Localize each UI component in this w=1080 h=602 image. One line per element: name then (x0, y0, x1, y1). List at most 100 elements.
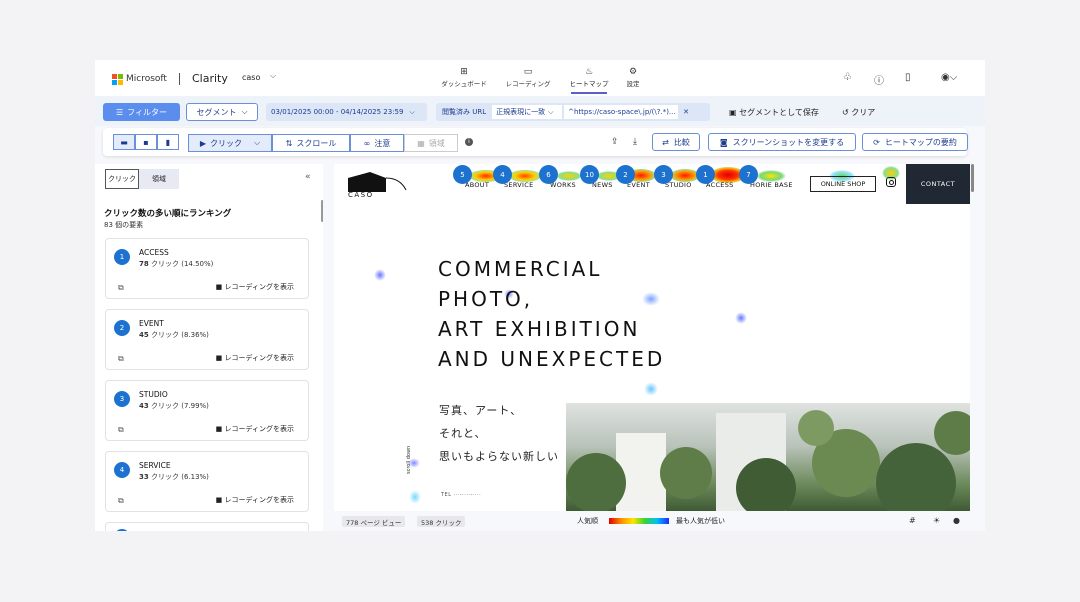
download-icon[interactable]: ⤓ (633, 137, 637, 147)
tab-click-ranking[interactable]: クリック (105, 169, 139, 189)
mode-click[interactable]: ▶ クリック ⌵ (188, 134, 272, 152)
tel-blurred: TEL ···-····-···· (441, 492, 482, 498)
click-rank-marker[interactable]: 10 (580, 165, 599, 184)
instagram-icon[interactable] (886, 177, 896, 187)
chevron-down-icon: ⌵ (548, 107, 554, 116)
mode-area[interactable]: ▦ 領域 (404, 134, 458, 152)
camera-icon: ◙ (719, 137, 728, 147)
contact-button[interactable]: CONTACT (906, 164, 970, 204)
mode-scroll[interactable]: ⇅ スクロール (272, 134, 350, 152)
segment-button[interactable]: セグメント ⌵ (186, 103, 258, 121)
close-icon[interactable]: ✕ (678, 108, 694, 116)
hero-japanese-copy: 写真、アート、 それと、 思いもよらない新しい (439, 399, 559, 468)
mode-label: スクロール (296, 138, 337, 148)
hashtag-settings-icon[interactable]: # (909, 516, 916, 525)
copy-icon[interactable]: ⧉ (118, 283, 124, 293)
preview-scrollbar[interactable] (971, 164, 974, 192)
click-rank-marker[interactable]: 4 (493, 165, 512, 184)
sidebar-scrollbar[interactable] (321, 200, 323, 222)
project-selector[interactable]: caso (242, 73, 260, 82)
click-rank-marker[interactable]: 1 (696, 165, 715, 184)
view-recordings-button[interactable]: ■ レコーディングを表示 (216, 495, 294, 505)
site-nav-horie-base[interactable]: HORIE BASE (750, 181, 793, 189)
site-nav-service[interactable]: SERVICE (504, 181, 534, 189)
tab-dashboard[interactable]: ⊞ ダッシュボード (434, 66, 494, 88)
heatmap-preview[interactable]: CASO ABOUT SERVICE WORKS NEWS EVENT STUD… (334, 164, 970, 511)
document-icon[interactable]: ▯ (905, 72, 911, 83)
url-filter-chip[interactable]: 閲覧済み URL 正規表現に一致 ⌵ ^https://caso-space\.… (436, 103, 710, 121)
site-nav-news[interactable]: NEWS (592, 181, 613, 189)
chevron-down-icon[interactable]: ⌵ (270, 71, 276, 81)
compare-button[interactable]: ⇄ 比較 (652, 133, 700, 151)
collapse-sidebar-icon[interactable]: « (305, 172, 311, 182)
heatmap-summary-label: ヒートマップの要約 (884, 137, 957, 147)
scroll-down-indicator[interactable]: scroll down (406, 446, 412, 474)
tab-label: 設定 (626, 80, 640, 88)
change-screenshot-button[interactable]: ◙ スクリーンショットを変更する (708, 133, 856, 151)
online-shop-button[interactable]: ONLINE SHOP (810, 176, 876, 192)
ranking-card[interactable] (105, 522, 309, 531)
undo-icon: ↺ (842, 108, 849, 117)
mode-attention[interactable]: ∞ 注意 (350, 134, 404, 152)
click-count-value: 33 (139, 473, 149, 481)
view-recordings-button[interactable]: ■ レコーディングを表示 (216, 424, 294, 434)
brand-microsoft: Microsoft (126, 73, 167, 84)
mobile-device-button[interactable]: ▮ (157, 134, 179, 150)
ranking-card[interactable]: 1 ACCESS 78 クリック (14.50%) ⧉ ■ レコーディングを表示 (105, 238, 309, 299)
share-users-icon[interactable]: ♧ (843, 72, 852, 83)
tab-settings[interactable]: ⚙ 設定 (603, 66, 663, 88)
info-icon[interactable]: ● (953, 516, 960, 525)
compare-label: 比較 (673, 137, 690, 147)
tab-area-ranking[interactable]: 領域 (139, 169, 179, 189)
click-rank-marker[interactable]: 5 (453, 165, 472, 184)
jp-line: それと、 (439, 427, 487, 440)
click-rank-marker[interactable]: 3 (654, 165, 673, 184)
click-rank-marker[interactable]: 2 (616, 165, 635, 184)
ranking-card[interactable]: 3 STUDIO 43 クリック (7.99%) ⧉ ■ レコーディングを表示 (105, 380, 309, 441)
brand-logo[interactable]: Microsoft Clarity (112, 72, 228, 85)
view-recordings-label: レコーディングを表示 (224, 425, 294, 433)
ranking-card[interactable]: 2 EVENT 45 クリック (8.36%) ⧉ ■ レコーディングを表示 (105, 309, 309, 370)
chevron-down-icon: ⌵ (241, 107, 248, 116)
click-rank-marker[interactable]: 7 (739, 165, 758, 184)
tab-recordings[interactable]: ▭ レコーディング (498, 66, 558, 88)
tablet-device-button[interactable]: ▪ (135, 134, 157, 150)
microsoft-logo-icon (112, 73, 123, 85)
video-icon: ■ (215, 283, 223, 291)
clear-label: クリア (851, 108, 876, 117)
plant-photo-image (566, 410, 970, 511)
help-icon[interactable]: ⓘ (874, 72, 884, 87)
caso-logo-icon[interactable] (348, 172, 408, 192)
filter-bar: ☰ フィルター セグメント ⌵ 03/01/2025 00:00 - 04/14… (95, 96, 985, 126)
brightness-icon[interactable]: ☀ (933, 516, 940, 525)
legend-high-label: 人気順 (577, 517, 598, 525)
copy-icon[interactable]: ⧉ (118, 496, 124, 506)
clear-button[interactable]: ↺ クリア (842, 107, 875, 118)
share-icon[interactable]: ⇪ (611, 137, 619, 147)
view-recordings-button[interactable]: ■ レコーディングを表示 (216, 282, 294, 292)
click-rank-marker[interactable]: 6 (539, 165, 558, 184)
account-icon[interactable]: ◉⌵ (941, 72, 957, 83)
heatmap-summary-button[interactable]: ⟳ ヒートマップの要約 (862, 133, 968, 151)
save-segment-button[interactable]: ▣ セグメントとして保存 (729, 107, 819, 118)
copy-icon[interactable]: ⧉ (118, 354, 124, 364)
date-range-picker[interactable]: 03/01/2025 00:00 - 04/14/2025 23:59 ⌵ (266, 103, 427, 121)
tablet-icon: ▪ (143, 137, 149, 147)
desktop-icon: ▬ (120, 137, 128, 147)
ranking-card[interactable]: 4 SERVICE 33 クリック (6.13%) ⧉ ■ レコーディングを表示 (105, 451, 309, 512)
click-count: 33 クリック (6.13%) (139, 472, 209, 482)
clarity-app: Microsoft Clarity caso ⌵ ⊞ ダッシュボード ▭ レコー… (95, 60, 985, 531)
view-recordings-button[interactable]: ■ レコーディングを表示 (216, 353, 294, 363)
view-recordings-label: レコーディングを表示 (224, 283, 294, 291)
desktop-device-button[interactable]: ▬ (113, 134, 135, 150)
url-match-value: 正規表現に一致 (496, 108, 546, 116)
copy-icon[interactable]: ⧉ (118, 425, 124, 435)
filter-button[interactable]: ☰ フィルター (103, 103, 180, 121)
site-nav-about[interactable]: ABOUT (465, 181, 489, 189)
info-icon[interactable]: i (465, 138, 473, 146)
click-count-value: 78 (139, 260, 149, 268)
url-filter-value[interactable]: ^https://caso-space\.jp/(\?.*)... (564, 105, 679, 119)
click-percent: (7.99%) (181, 402, 209, 410)
tab-label: ダッシュボード (441, 80, 487, 88)
url-match-select[interactable]: 正規表現に一致 ⌵ (492, 105, 563, 119)
